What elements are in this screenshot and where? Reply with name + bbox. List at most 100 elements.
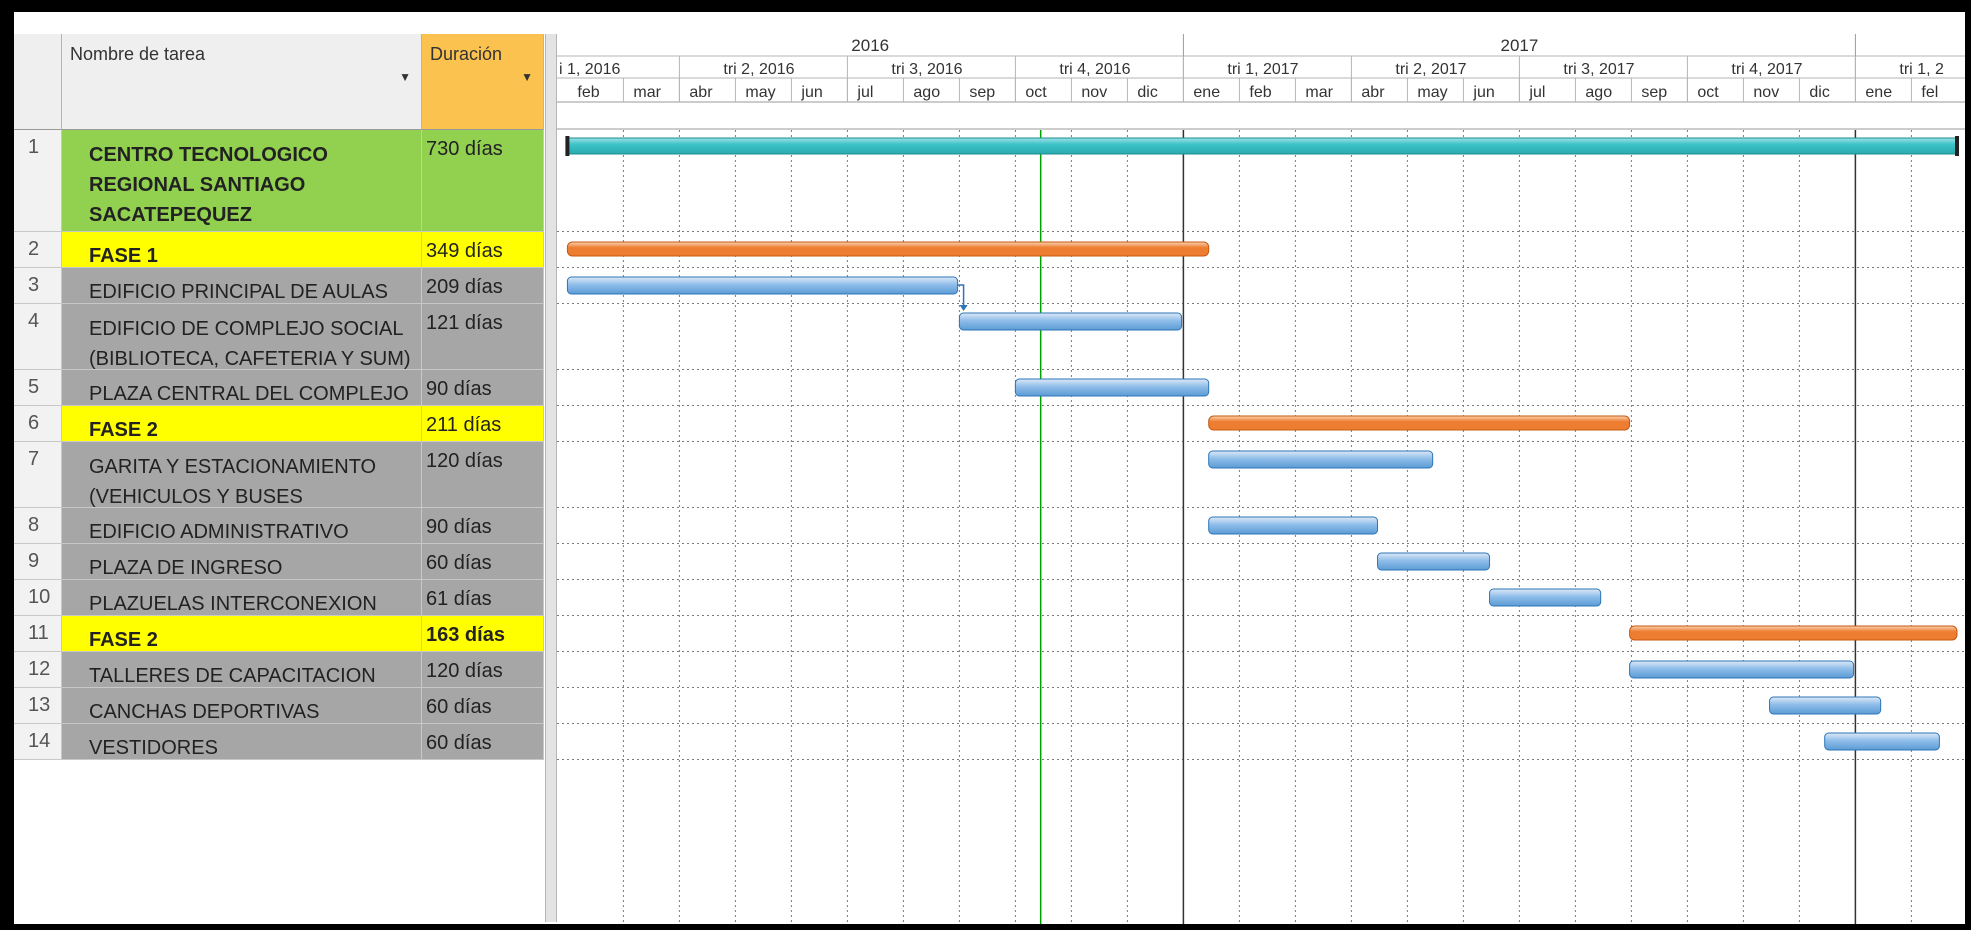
table-row[interactable]: 8 EDIFICIO ADMINISTRATIVO 90 días (14, 508, 545, 544)
task-name-header[interactable]: Nombre de tarea ▼ (62, 34, 422, 130)
quarter-label: tri 4, 2016 (1059, 61, 1130, 78)
row-number[interactable]: 1 (14, 130, 62, 232)
duration-cell[interactable]: 60 días (422, 724, 544, 760)
duration-cell[interactable]: 121 días (422, 304, 544, 370)
year-label: 2017 (1500, 36, 1538, 55)
phase-summary-bar[interactable] (566, 241, 1210, 257)
table-row[interactable]: 3 EDIFICIO PRINCIPAL DE AULAS 209 días (14, 268, 545, 304)
task-name-cell[interactable]: PLAZUELAS INTERCONEXION (62, 580, 422, 616)
task-bar[interactable] (958, 312, 1183, 331)
table-row[interactable]: 1 CENTRO TECNOLOGICO REGIONAL SANTIAGO SACA… (14, 130, 545, 232)
filter-dropdown-icon[interactable]: ▼ (399, 70, 411, 84)
duration-cell[interactable]: 209 días (422, 268, 544, 304)
timescale-header (557, 34, 1965, 130)
task-name-cell[interactable]: CANCHAS DEPORTIVAS (62, 688, 422, 724)
row-number[interactable]: 3 (14, 268, 62, 304)
quarter-label: tri 1, 2 (1899, 61, 1944, 78)
duration-cell[interactable]: 90 días (422, 508, 544, 544)
table-row[interactable]: 13 CANCHAS DEPORTIVAS 60 días (14, 688, 545, 724)
row-id-header[interactable] (14, 34, 62, 130)
task-name-cell[interactable]: EDIFICIO PRINCIPAL DE AULAS (62, 268, 422, 304)
row-number[interactable]: 9 (14, 544, 62, 580)
month-label: jun (1472, 84, 1494, 101)
quarter-label: i 1, 2016 (559, 61, 620, 78)
task-bar[interactable] (1208, 516, 1379, 535)
duration-dropdown-icon[interactable]: ▼ (521, 70, 533, 84)
row-number[interactable]: 14 (14, 724, 62, 760)
task-bar[interactable] (1824, 732, 1940, 751)
task-name-line: GARITA Y ESTACIONAMIENTO (89, 456, 377, 478)
gantt-chart: 2016 2017 i 1, 2016 tri 2, 2016 tri 3, 2016 t… (557, 34, 1965, 924)
table-row[interactable]: 12 TALLERES DE CAPACITACION 120 días (14, 652, 545, 688)
duration-cell[interactable]: 163 días (422, 616, 544, 652)
month-label: fel (1921, 84, 1938, 101)
table-row[interactable]: 4 EDIFICIO DE COMPLEJO SOCIAL (BIBLIOTECA,… (14, 304, 545, 370)
row-number[interactable]: 8 (14, 508, 62, 544)
table-row[interactable]: 5 PLAZA CENTRAL DEL COMPLEJO 90 días (14, 370, 545, 406)
quarter-label: tri 2, 2017 (1395, 61, 1466, 78)
row-number[interactable]: 13 (14, 688, 62, 724)
table-row[interactable]: 7 GARITA Y ESTACIONAMIENTO (VEHICULOS Y BU… (14, 442, 545, 538)
row-number[interactable]: 12 (14, 652, 62, 688)
table-row[interactable]: 14 VESTIDORES 60 días (14, 724, 545, 760)
duration-cell[interactable]: 211 días (422, 406, 544, 442)
task-bar[interactable] (1377, 552, 1491, 571)
month-label: jun (800, 84, 822, 101)
task-bar[interactable] (566, 276, 959, 295)
row-number[interactable]: 7 (14, 442, 62, 508)
task-name-cell[interactable]: GARITA Y ESTACIONAMIENTO (VEHICULOS Y BUS… (62, 442, 422, 538)
phase-summary-bar[interactable] (1629, 625, 1958, 641)
row-number[interactable]: 5 (14, 370, 62, 406)
month-label: sep (1641, 84, 1667, 101)
task-name-cell[interactable]: PLAZA CENTRAL DEL COMPLEJO (62, 370, 422, 406)
task-name-line: CENTRO TECNOLOGICO (89, 144, 328, 166)
table-row[interactable]: 10 PLAZUELAS INTERCONEXION 61 días (14, 580, 545, 616)
task-name-line: SACATEPEQUEZ (89, 204, 252, 226)
task-name-cell[interactable]: FASE 2 (62, 616, 422, 652)
table-row[interactable]: 9 PLAZA DE INGRESO 60 días (14, 544, 545, 580)
duration-cell[interactable]: 60 días (422, 544, 544, 580)
task-name-cell[interactable]: TALLERES DE CAPACITACION (62, 652, 422, 688)
month-label: may (745, 84, 775, 101)
duration-cell[interactable]: 120 días (422, 442, 544, 508)
task-name-cell[interactable]: EDIFICIO DE COMPLEJO SOCIAL (BIBLIOTECA, … (62, 304, 422, 370)
dependency-link (957, 284, 965, 306)
row-number[interactable]: 6 (14, 406, 62, 442)
row-number[interactable]: 2 (14, 232, 62, 268)
phase-summary-bar[interactable] (1208, 415, 1631, 431)
task-bar[interactable] (1014, 378, 1210, 397)
quarter-label: tri 3, 2017 (1563, 61, 1634, 78)
duration-header-label: Duración (430, 44, 503, 64)
task-name-cell[interactable]: CENTRO TECNOLOGICO REGIONAL SANTIAGO SACAT… (62, 130, 422, 232)
duration-cell[interactable]: 120 días (422, 652, 544, 688)
duration-cell[interactable]: 60 días (422, 688, 544, 724)
month-label: may (1417, 84, 1447, 101)
task-bar[interactable] (1489, 588, 1602, 607)
project-summary-bar[interactable] (566, 137, 1958, 155)
table-row[interactable]: 11 FASE 2 163 días (14, 616, 545, 652)
task-name-cell[interactable]: FASE 1 (62, 232, 422, 268)
month-label: feb (1249, 84, 1271, 101)
month-label: dic (1137, 84, 1157, 101)
task-name-cell[interactable]: FASE 2 (62, 406, 422, 442)
duration-cell[interactable]: 730 días (422, 130, 544, 232)
task-name-cell[interactable]: PLAZA DE INGRESO (62, 544, 422, 580)
table-row[interactable]: 6 FASE 2 211 días (14, 406, 545, 442)
table-row[interactable]: 2 FASE 1 349 días (14, 232, 545, 268)
duration-cell[interactable]: 61 días (422, 580, 544, 616)
task-bar[interactable] (1769, 696, 1882, 715)
row-number[interactable]: 11 (14, 616, 62, 652)
quarter-label: tri 3, 2016 (891, 61, 962, 78)
row-number[interactable]: 4 (14, 304, 62, 370)
row-number[interactable]: 10 (14, 580, 62, 616)
task-name-cell[interactable]: VESTIDORES (62, 724, 422, 760)
duration-cell[interactable]: 90 días (422, 370, 544, 406)
month-label: ago (913, 84, 940, 101)
duration-cell[interactable]: 349 días (422, 232, 544, 268)
view-splitter[interactable] (545, 34, 557, 922)
duration-header[interactable]: Duración ▼ (422, 34, 544, 130)
month-label: nov (1081, 84, 1107, 101)
task-bar[interactable] (1629, 660, 1855, 679)
task-name-cell[interactable]: EDIFICIO ADMINISTRATIVO (62, 508, 422, 544)
task-bar[interactable] (1208, 450, 1434, 469)
